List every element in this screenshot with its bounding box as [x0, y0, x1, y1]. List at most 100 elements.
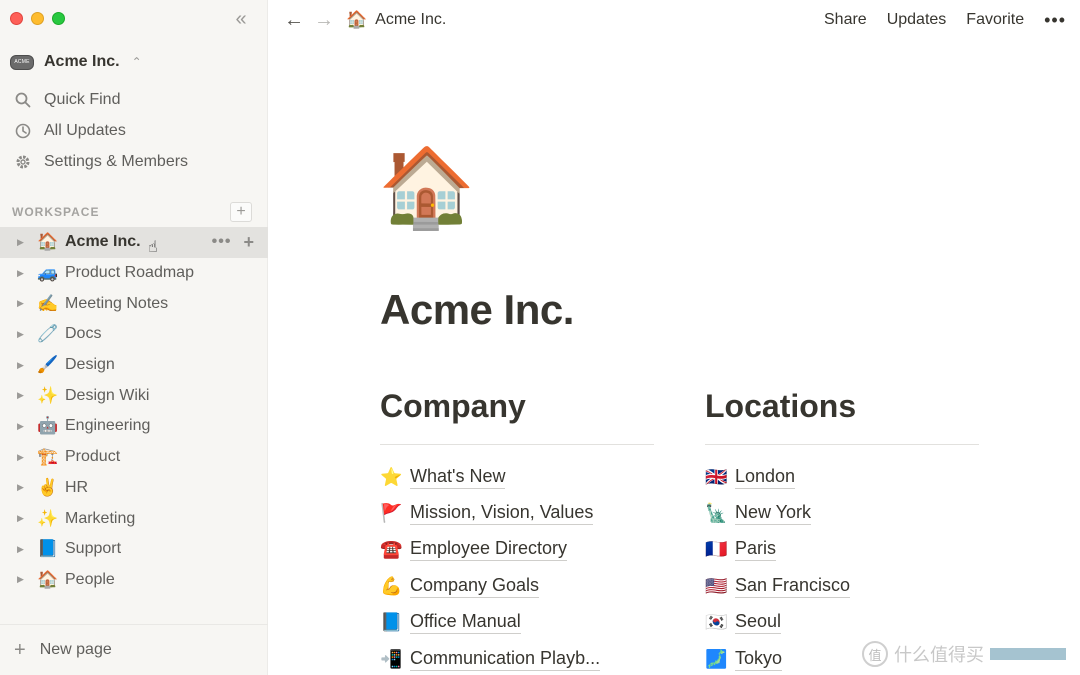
link-emoji: 📲: [380, 648, 403, 669]
expand-triangle-icon[interactable]: ▶: [17, 329, 29, 340]
page-link[interactable]: 🗽 New York: [705, 495, 979, 531]
page-emoji: 📘: [37, 539, 59, 559]
link-label: Paris: [735, 538, 777, 562]
page-link[interactable]: 🇰🇷 Seoul: [705, 605, 979, 641]
minimize-window-button[interactable]: [31, 12, 44, 25]
sidebar-item-engineering[interactable]: ▶ 🤖 Engineering: [0, 411, 268, 442]
more-icon[interactable]: •••: [212, 233, 232, 251]
expand-triangle-icon[interactable]: ▶: [17, 390, 29, 401]
divider: [705, 444, 979, 445]
watermark-bar: [990, 648, 1066, 660]
sidebar-item-label: People: [65, 570, 115, 588]
link-label: San Francisco: [735, 575, 851, 598]
page-title[interactable]: Acme Inc.: [380, 286, 574, 334]
breadcrumb-emoji: 🏠: [346, 10, 368, 29]
page-icon[interactable]: 🏠: [378, 148, 475, 226]
link-label: London: [735, 466, 796, 489]
watermark-logo: 值: [862, 641, 888, 667]
page-list: ▶ 🏠 Acme Inc. ☝ ••• + ▶ 🚙 Product Roadma…: [0, 227, 268, 595]
sidebar-item-product[interactable]: ▶ 🏗️ Product: [0, 442, 268, 473]
page-emoji: 🧷: [37, 324, 59, 344]
workspace-switcher[interactable]: ACME Acme Inc. ⌃: [10, 48, 142, 76]
all-updates-label: All Updates: [44, 121, 126, 139]
double-chevron-left-icon[interactable]: «: [228, 6, 254, 32]
column-heading: Locations: [705, 388, 857, 424]
page-link[interactable]: 🚩 Mission, Vision, Values: [380, 495, 654, 531]
page-link[interactable]: 🇺🇸 San Francisco: [705, 568, 979, 604]
forward-arrow-icon[interactable]: →: [314, 9, 334, 32]
page-link[interactable]: 📲 Communication Playb...: [380, 641, 654, 675]
expand-triangle-icon[interactable]: ▶: [17, 237, 29, 248]
link-label: Seoul: [735, 611, 782, 635]
zoom-window-button[interactable]: [52, 12, 65, 25]
page-link[interactable]: 🇫🇷 Paris: [705, 532, 979, 568]
close-window-button[interactable]: [10, 12, 23, 25]
link-emoji: 🗽: [705, 503, 728, 524]
link-emoji: 🇫🇷: [705, 539, 728, 560]
link-label: Office Manual: [410, 611, 521, 635]
page-emoji: ✍️: [37, 293, 59, 313]
workspace-logo: ACME: [10, 54, 34, 70]
clock-icon: [14, 123, 32, 139]
link-emoji: 🇺🇸: [705, 575, 728, 596]
link-label: What's New: [410, 466, 506, 489]
sidebar-item-docs[interactable]: ▶ 🧷 Docs: [0, 319, 268, 350]
page-link[interactable]: ☎️ Employee Directory: [380, 532, 654, 568]
sidebar-item-label: Engineering: [65, 417, 151, 435]
expand-triangle-icon[interactable]: ▶: [17, 482, 29, 493]
row-actions: ••• +: [212, 227, 254, 257]
settings-members-button[interactable]: Settings & Members: [0, 146, 268, 177]
link-emoji: 🗾: [705, 648, 728, 669]
sidebar-item-label: Docs: [65, 325, 102, 343]
page-emoji: ✌️: [37, 477, 59, 497]
page-link[interactable]: 🇬🇧 London: [705, 459, 979, 495]
sidebar: « ACME Acme Inc. ⌃ Quick Find All Update…: [0, 0, 268, 675]
sidebar-item-design[interactable]: ▶ 🖌️ Design: [0, 350, 268, 381]
sidebar-item-label: Design Wiki: [65, 386, 150, 404]
settings-members-label: Settings & Members: [44, 152, 189, 170]
expand-triangle-icon[interactable]: ▶: [17, 452, 29, 463]
expand-triangle-icon[interactable]: ▶: [17, 574, 29, 585]
back-arrow-icon[interactable]: ←: [284, 9, 304, 32]
add-subpage-icon[interactable]: +: [243, 232, 254, 253]
locations-column: Locations 🇬🇧 London 🗽 New York 🇫🇷 Paris 🇺🇸 S…: [705, 388, 979, 675]
sidebar-item-meeting-notes[interactable]: ▶ ✍️ Meeting Notes: [0, 288, 268, 319]
new-page-label: New page: [39, 641, 112, 658]
expand-triangle-icon[interactable]: ▶: [17, 298, 29, 309]
link-emoji: ⭐: [380, 466, 403, 487]
sidebar-item-hr[interactable]: ▶ ✌️ HR: [0, 473, 268, 504]
expand-triangle-icon[interactable]: ▶: [17, 360, 29, 371]
expand-triangle-icon[interactable]: ▶: [17, 544, 29, 555]
sidebar-item-people[interactable]: ▶ 🏠 People: [0, 565, 268, 596]
sidebar-item-acme-inc[interactable]: ▶ 🏠 Acme Inc. ☝ ••• +: [0, 227, 268, 258]
all-updates-button[interactable]: All Updates: [0, 115, 268, 146]
plus-icon: +: [14, 638, 26, 661]
sidebar-item-design-wiki[interactable]: ▶ ✨ Design Wiki: [0, 380, 268, 411]
sidebar-item-label: Acme Inc.: [65, 233, 141, 251]
sidebar-item-product-roadmap[interactable]: ▶ 🚙 Product Roadmap: [0, 258, 268, 289]
search-icon: [14, 92, 32, 108]
expand-triangle-icon[interactable]: ▶: [17, 421, 29, 432]
link-label: New York: [735, 502, 812, 526]
sidebar-item-label: Meeting Notes: [65, 294, 169, 312]
page-link[interactable]: 📘 Office Manual: [380, 605, 654, 641]
workspace-section-header: WORKSPACE +: [12, 202, 252, 222]
link-emoji: 🇰🇷: [705, 612, 728, 633]
expand-triangle-icon[interactable]: ▶: [17, 513, 29, 524]
updown-chevron-icon: ⌃: [131, 55, 142, 69]
sidebar-item-label: Product Roadmap: [65, 264, 194, 282]
add-page-icon[interactable]: +: [230, 202, 252, 222]
company-column: Company ⭐ What's New 🚩 Mission, Vision, Va…: [380, 388, 654, 675]
divider: [380, 444, 654, 445]
sidebar-item-marketing[interactable]: ▶ ✨ Marketing: [0, 503, 268, 534]
quick-find-button[interactable]: Quick Find: [0, 84, 268, 115]
gear-icon: [14, 154, 32, 170]
page-link[interactable]: 💪 Company Goals: [380, 568, 654, 604]
expand-triangle-icon[interactable]: ▶: [17, 268, 29, 279]
sidebar-item-support[interactable]: ▶ 📘 Support: [0, 534, 268, 565]
page-link[interactable]: ⭐ What's New: [380, 459, 654, 495]
link-emoji: 📘: [380, 612, 403, 633]
new-page-button[interactable]: + New page: [0, 624, 268, 675]
sidebar-item-label: Support: [65, 540, 122, 558]
link-label: Tokyo: [735, 648, 783, 671]
